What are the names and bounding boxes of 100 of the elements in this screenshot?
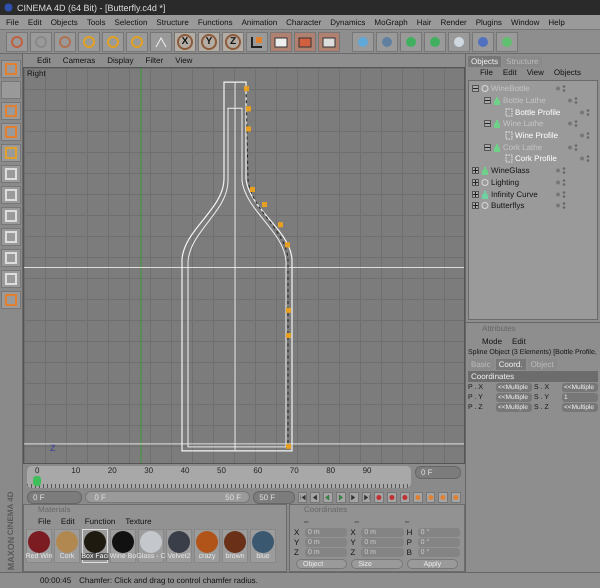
object-name[interactable]: WineGlass xyxy=(491,166,553,176)
object-name[interactable]: Lighting xyxy=(491,178,553,187)
menu-item[interactable]: Hair xyxy=(416,18,432,26)
tool-icon[interactable] xyxy=(54,32,76,52)
keyframe-tool-icon[interactable] xyxy=(426,492,436,502)
end-frame-field[interactable]: 50 F xyxy=(253,490,295,504)
menu-item[interactable]: Structure xyxy=(156,18,189,26)
keyframe-tool-icon[interactable] xyxy=(400,492,410,502)
object-tool-icon[interactable] xyxy=(376,32,398,52)
playback-control-icon[interactable] xyxy=(336,492,346,502)
menu-item[interactable]: Animation xyxy=(242,18,278,26)
playback-control-icon[interactable] xyxy=(323,492,334,502)
menu-item[interactable]: Objects xyxy=(554,68,582,77)
render-icon[interactable] xyxy=(270,32,292,52)
visibility-dots-icon[interactable] xyxy=(579,131,591,140)
tool-icon[interactable] xyxy=(150,32,172,52)
menu-item[interactable]: Functions xyxy=(198,18,233,26)
menu-item[interactable]: File xyxy=(38,517,51,526)
object-name[interactable]: Wine Profile xyxy=(515,131,577,140)
menu-item[interactable]: Objects xyxy=(50,18,78,26)
viewport[interactable]: Right Z xyxy=(23,67,465,464)
playback-control-icon[interactable] xyxy=(348,492,359,502)
menu-item[interactable]: Help xyxy=(548,18,565,26)
render-icon[interactable] xyxy=(318,32,340,52)
menu-item[interactable]: Edit xyxy=(60,517,75,526)
visibility-dots-icon[interactable] xyxy=(555,190,567,199)
menu-item[interactable]: Selection xyxy=(114,18,148,26)
visibility-dots-icon[interactable] xyxy=(555,166,567,176)
menu-item[interactable]: Texture xyxy=(125,517,152,526)
menu-item[interactable]: Dynamics xyxy=(330,18,366,26)
viewport-menu-item[interactable]: View xyxy=(175,56,192,65)
keyframe-tool-icon[interactable] xyxy=(451,492,461,502)
viewport-menu-item[interactable]: Edit xyxy=(37,56,51,65)
tool-icon[interactable] xyxy=(30,32,52,52)
object-name[interactable]: Cork Profile xyxy=(515,154,577,164)
panel-tab[interactable]: Objects xyxy=(468,56,502,67)
keyframe-tool-icon[interactable] xyxy=(412,492,423,502)
object-tool-icon[interactable] xyxy=(496,32,518,52)
keyframe-tool-icon[interactable] xyxy=(374,492,384,502)
keyframe-tool-icon[interactable] xyxy=(438,492,448,502)
visibility-dots-icon[interactable] xyxy=(555,178,567,187)
menu-item[interactable]: Edit xyxy=(502,68,517,77)
axis-toggle-button[interactable]: X xyxy=(174,32,196,52)
object-tool-icon[interactable] xyxy=(352,32,374,52)
menu-item[interactable]: File xyxy=(6,18,19,26)
object-tool-icon[interactable] xyxy=(472,32,494,52)
axis-label: X xyxy=(294,528,300,537)
menu-item[interactable]: Plugins xyxy=(476,18,502,26)
object-tool-icon[interactable] xyxy=(448,32,470,52)
visibility-dots-icon[interactable] xyxy=(567,142,579,152)
menu-item[interactable]: Render xyxy=(440,18,467,26)
collapse-toggle[interactable] xyxy=(484,97,491,104)
visibility-dots-icon[interactable] xyxy=(579,154,591,164)
playback-control-icon[interactable] xyxy=(310,492,320,502)
expand-toggle[interactable] xyxy=(472,167,479,174)
visibility-dots-icon[interactable] xyxy=(555,201,567,210)
object-tool-icon[interactable] xyxy=(400,32,422,52)
frame-range-slider[interactable]: 0 F 50 F xyxy=(85,491,250,503)
attribute-tab[interactable]: Coord. xyxy=(496,359,526,370)
menu-item[interactable]: Window xyxy=(510,18,540,26)
axis-toggle-button[interactable]: Z xyxy=(222,32,244,52)
collapse-toggle[interactable] xyxy=(484,120,491,128)
expand-toggle[interactable] xyxy=(472,178,479,186)
viewport-menu-item[interactable]: Filter xyxy=(145,56,164,65)
menu-item[interactable]: Character xyxy=(286,18,322,26)
playback-control-icon[interactable] xyxy=(362,492,372,502)
object-name[interactable]: Infinity Curve xyxy=(491,190,553,199)
menu-item[interactable]: View xyxy=(526,68,544,77)
start-frame-field[interactable]: 0 F xyxy=(27,490,82,504)
menu-item[interactable]: Function xyxy=(84,517,116,526)
coordinate-system-icon[interactable] xyxy=(246,32,268,52)
menu-item[interactable]: File xyxy=(480,68,493,77)
expand-toggle[interactable] xyxy=(472,190,479,198)
collapse-toggle[interactable] xyxy=(484,144,491,151)
visibility-dots-icon[interactable] xyxy=(567,96,579,106)
tool-icon[interactable] xyxy=(102,32,124,52)
visibility-dots-icon[interactable] xyxy=(555,84,567,94)
keyframe-tool-icon[interactable] xyxy=(387,492,398,502)
object-name[interactable]: Butterflys xyxy=(491,201,553,210)
collapse-toggle[interactable] xyxy=(472,85,479,92)
viewport-menu-item[interactable]: Display xyxy=(107,56,134,65)
visibility-dots-icon[interactable] xyxy=(567,119,579,128)
timeline-ruler[interactable]: 0 10 20 30 40 50 60 70 80 90 xyxy=(27,466,411,488)
tool-icon[interactable] xyxy=(6,32,28,52)
current-frame-marker[interactable] xyxy=(33,476,41,486)
visibility-dots-icon[interactable] xyxy=(579,108,591,117)
playback-control-icon[interactable] xyxy=(298,492,308,502)
tool-icon[interactable] xyxy=(78,32,100,52)
menu-item[interactable]: MoGraph xyxy=(374,18,408,26)
menu-item[interactable]: Edit xyxy=(28,18,42,26)
viewport-menu-item[interactable]: Cameras xyxy=(62,56,96,65)
object-tool-icon[interactable] xyxy=(424,32,446,52)
menu-item[interactable]: Tools xyxy=(86,18,106,26)
menu-item[interactable]: Mode xyxy=(482,337,502,346)
tool-icon[interactable] xyxy=(126,32,148,52)
object-name[interactable]: Bottle Profile xyxy=(515,108,577,117)
menu-item[interactable]: Edit xyxy=(512,337,526,346)
axis-toggle-button[interactable]: Y xyxy=(198,32,220,52)
frame-field[interactable]: 0 F xyxy=(415,466,461,479)
expand-toggle[interactable] xyxy=(472,202,479,210)
